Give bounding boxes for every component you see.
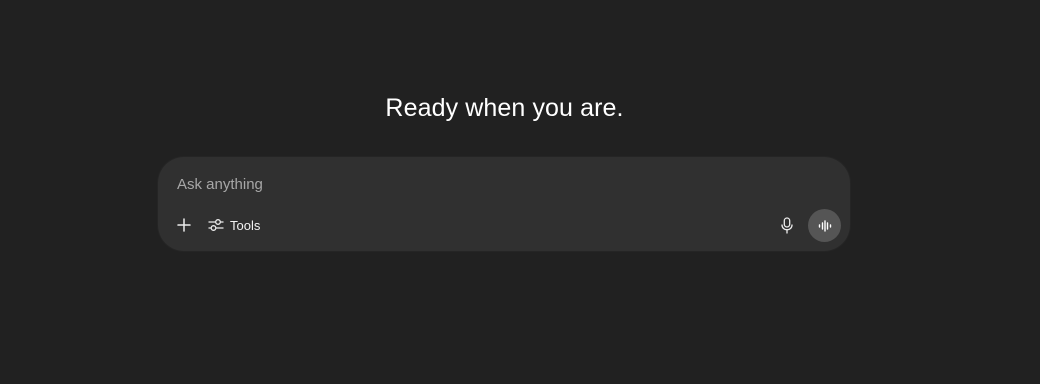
chat-home: Ready when you are. Tools bbox=[0, 0, 1040, 384]
prompt-input[interactable] bbox=[177, 173, 817, 195]
plus-icon bbox=[177, 218, 191, 232]
page-title: Ready when you are. bbox=[385, 94, 624, 122]
add-attachment-button[interactable] bbox=[172, 211, 196, 239]
voice-mode-button[interactable] bbox=[808, 209, 841, 242]
tools-label: Tools bbox=[230, 217, 261, 233]
prompt-composer: Tools bbox=[158, 157, 850, 251]
waveform-icon bbox=[818, 219, 832, 232]
microphone-icon bbox=[780, 216, 794, 234]
tools-button[interactable]: Tools bbox=[204, 211, 264, 239]
dictate-button[interactable] bbox=[775, 211, 799, 239]
sliders-icon bbox=[208, 218, 224, 232]
